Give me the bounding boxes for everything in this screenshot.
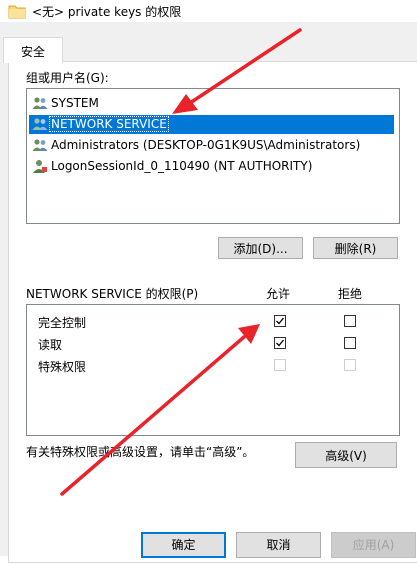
user-item-label: LogonSessionId_0_110490 (NT AUTHORITY): [51, 159, 313, 173]
user-item-system[interactable]: SYSTEM: [29, 94, 394, 113]
permission-row-special: 特殊权限: [38, 356, 378, 376]
user-item-label: SYSTEM: [51, 96, 99, 110]
remove-button[interactable]: 删除(R): [313, 237, 398, 259]
advanced-button[interactable]: 高级(V): [295, 442, 397, 468]
permission-name: 读取: [38, 338, 63, 352]
title-bar: <无> private keys 的权限: [0, 0, 417, 22]
permission-row-full-control: 完全控制: [38, 312, 378, 332]
permission-row-read: 读取: [38, 334, 378, 354]
user-item-logon-session[interactable]: LogonSessionId_0_110490 (NT AUTHORITY): [29, 157, 394, 176]
user-item-administrators[interactable]: Administrators (DESKTOP-0G1K9US\Administ…: [29, 136, 394, 155]
folder-icon: [8, 5, 26, 19]
user-item-network-service[interactable]: NETWORK SERVICE: [29, 115, 394, 134]
permissions-header: NETWORK SERVICE 的权限(P): [26, 287, 199, 301]
cancel-button[interactable]: 取消: [236, 532, 321, 558]
allow-checkbox: [274, 359, 286, 371]
users-group-icon: [32, 139, 48, 151]
users-group-icon: [32, 97, 48, 109]
user-list[interactable]: SYSTEM NETWORK SERVICE Administrators (D…: [26, 88, 400, 224]
allow-column-header: 允许: [266, 287, 291, 301]
allow-checkbox[interactable]: [274, 337, 286, 349]
user-session-icon: [33, 160, 47, 173]
window-title: <无> private keys 的权限: [32, 5, 182, 19]
groups-label: 组或用户名(G):: [26, 71, 109, 85]
permission-name: 特殊权限: [38, 360, 87, 374]
apply-button[interactable]: 应用(A): [331, 532, 416, 558]
tab-security-label: 安全: [20, 45, 45, 59]
user-item-label: Administrators (DESKTOP-0G1K9US\Administ…: [51, 138, 361, 152]
permissions-list: 完全控制 读取 特殊权限: [26, 304, 400, 436]
users-group-icon: [32, 118, 48, 130]
deny-checkbox[interactable]: [344, 337, 356, 349]
permission-name: 完全控制: [38, 316, 87, 330]
allow-checkbox[interactable]: [274, 315, 286, 327]
advanced-info-text: 有关特殊权限或高级设置，请单击“高级”。: [26, 445, 255, 459]
deny-checkbox[interactable]: [344, 315, 356, 327]
tab-security[interactable]: 安全: [3, 37, 63, 63]
add-button[interactable]: 添加(D)...: [218, 237, 303, 259]
user-item-label: NETWORK SERVICE: [49, 116, 169, 132]
deny-column-header: 拒绝: [338, 287, 363, 301]
deny-checkbox: [344, 359, 356, 371]
ok-button[interactable]: 确定: [141, 532, 226, 558]
